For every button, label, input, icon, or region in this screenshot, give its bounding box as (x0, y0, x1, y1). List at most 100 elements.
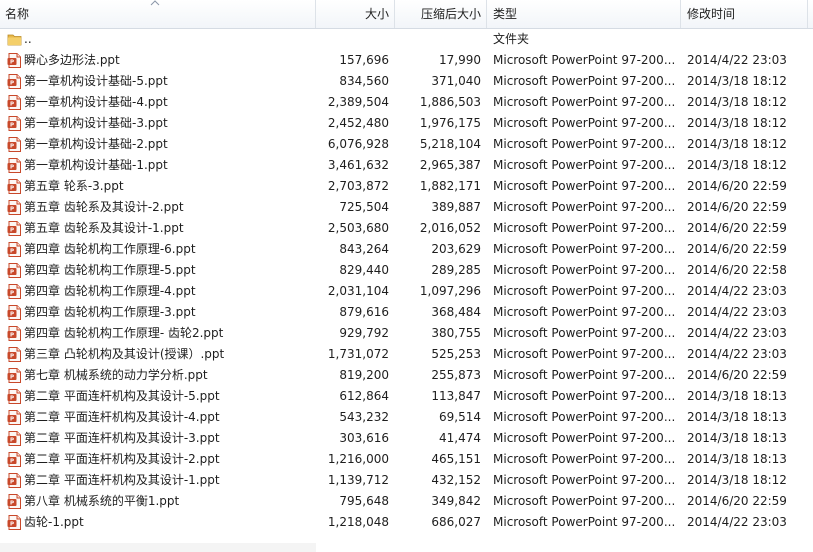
column-header-type[interactable]: 类型 (487, 0, 681, 28)
ppt-file-icon: P (7, 95, 22, 110)
file-compressed-size: 389,887 (431, 200, 481, 214)
file-size: 6,076,928 (327, 137, 389, 151)
file-name: 第二章 平面连杆机构及其设计-4.ppt (24, 410, 220, 424)
column-header-name[interactable]: 名称 (0, 0, 316, 28)
file-compressed-size: 5,218,104 (419, 137, 481, 151)
file-name: 齿轮-1.ppt (24, 515, 84, 529)
file-compressed-size: 289,285 (431, 263, 481, 277)
file-modified-time (687, 29, 807, 50)
file-size: 1,731,072 (327, 347, 389, 361)
parent-folder-row[interactable]: .. 文件夹 (0, 29, 813, 50)
file-name: 第二章 平面连杆机构及其设计-1.ppt (24, 473, 220, 487)
file-row[interactable]: P 第二章 平面连杆机构及其设计-1.ppt 1,139,712 432,152 Mic… (0, 470, 813, 491)
file-row[interactable]: P 第五章 轮系-3.ppt 2,703,872 1,882,171 Microsoft… (0, 176, 813, 197)
file-row[interactable]: P 第四章 齿轮机构工作原理-5.ppt 829,440 289,285 Microso… (0, 260, 813, 281)
ppt-file-icon: P (7, 305, 22, 320)
file-compressed-size: 255,873 (431, 368, 481, 382)
file-row[interactable]: P 第三章 凸轮机构及其设计(授课）.ppt 1,731,072 525,253 Mic… (0, 344, 813, 365)
file-modified-time: 2014/4/22 23:03 (687, 305, 787, 319)
file-name: 第五章 齿轮系及其设计-1.ppt (24, 221, 184, 235)
file-size: 819,200 (339, 368, 389, 382)
svg-text:P: P (10, 459, 14, 465)
file-row[interactable]: P 第一章机构设计基础-5.ppt 834,560 371,040 Microsoft … (0, 71, 813, 92)
file-row[interactable]: P 齿轮-1.ppt 1,218,048 686,027 Microsoft Power… (0, 512, 813, 533)
file-row[interactable]: P 第二章 平面连杆机构及其设计-3.ppt 303,616 41,474 Micros… (0, 428, 813, 449)
file-modified-time: 2014/4/22 23:03 (687, 284, 787, 298)
file-row[interactable]: P 第四章 齿轮机构工作原理-6.ppt 843,264 203,629 Microso… (0, 239, 813, 260)
file-row[interactable]: P 第五章 齿轮系及其设计-2.ppt 725,504 389,887 Microsof… (0, 197, 813, 218)
file-name: 第七章 机械系统的动力学分析.ppt (24, 368, 208, 382)
svg-text:P: P (10, 396, 14, 402)
column-header-name-label: 名称 (5, 7, 30, 21)
file-size: 303,616 (339, 431, 389, 445)
file-compressed-size: 1,886,503 (419, 95, 481, 109)
column-header-modified[interactable]: 修改时间 (681, 0, 808, 28)
file-size: 157,696 (339, 53, 389, 67)
svg-text:P: P (10, 60, 14, 66)
file-row[interactable]: P 第五章 齿轮系及其设计-1.ppt 2,503,680 2,016,052 Micr… (0, 218, 813, 239)
svg-text:P: P (10, 186, 14, 192)
file-modified-time: 2014/4/22 23:03 (687, 347, 787, 361)
file-row[interactable]: P 第一章机构设计基础-3.ppt 2,452,480 1,976,175 Micros… (0, 113, 813, 134)
file-compressed-size: 686,027 (431, 515, 481, 529)
file-row[interactable]: P 第二章 平面连杆机构及其设计-4.ppt 543,232 69,514 Micros… (0, 407, 813, 428)
ppt-file-icon: P (7, 473, 22, 488)
file-row[interactable]: P 第四章 齿轮机构工作原理- 齿轮2.ppt 929,792 380,755 Micr… (0, 323, 813, 344)
file-modified-time: 2014/3/18 18:12 (687, 473, 787, 487)
sort-arrow-icon (150, 0, 160, 6)
file-name: 第二章 平面连杆机构及其设计-5.ppt (24, 389, 220, 403)
file-compressed-size: 368,484 (431, 305, 481, 319)
file-type: Microsoft PowerPoint 97-200... (493, 221, 675, 235)
column-header-size[interactable]: 大小 (316, 0, 395, 28)
file-type: Microsoft PowerPoint 97-200... (493, 515, 675, 529)
ppt-file-icon: P (7, 284, 22, 299)
file-modified-time: 2014/3/18 18:13 (687, 410, 787, 424)
file-compressed-size: 1,882,171 (419, 179, 481, 193)
column-header-compressed-size[interactable]: 压缩后大小 (395, 0, 487, 28)
file-row[interactable]: P 第八章 机械系统的平衡1.ppt 795,648 349,842 Microsoft… (0, 491, 813, 512)
file-row[interactable]: P 第一章机构设计基础-2.ppt 6,076,928 5,218,104 Micros… (0, 134, 813, 155)
file-type: Microsoft PowerPoint 97-200... (493, 53, 675, 67)
svg-text:P: P (10, 270, 14, 276)
file-type: Microsoft PowerPoint 97-200... (493, 494, 675, 508)
file-size: 1,218,048 (327, 515, 389, 529)
svg-text:P: P (10, 312, 14, 318)
file-row[interactable]: P 第二章 平面连杆机构及其设计-5.ppt 612,864 113,847 Micro… (0, 386, 813, 407)
file-type: Microsoft PowerPoint 97-200... (493, 473, 675, 487)
ppt-file-icon: P (7, 116, 22, 131)
file-row[interactable]: P 第四章 齿轮机构工作原理-3.ppt 879,616 368,484 Microso… (0, 302, 813, 323)
file-type: Microsoft PowerPoint 97-200... (493, 368, 675, 382)
file-size: 2,703,872 (327, 179, 389, 193)
file-row[interactable]: P 第一章机构设计基础-1.ppt 3,461,632 2,965,387 Micros… (0, 155, 813, 176)
ppt-file-icon: P (7, 515, 22, 530)
file-row[interactable]: P 瞬心多边形法.ppt 157,696 17,990 Microsoft PowerP… (0, 50, 813, 71)
file-size: 2,031,104 (327, 284, 389, 298)
file-compressed-size: 380,755 (431, 326, 481, 340)
file-name: 第一章机构设计基础-3.ppt (24, 116, 168, 130)
file-type: Microsoft PowerPoint 97-200... (493, 200, 675, 214)
file-compressed-size: 432,152 (431, 473, 481, 487)
file-type: Microsoft PowerPoint 97-200... (493, 179, 675, 193)
file-compressed-size: 203,629 (431, 242, 481, 256)
file-compressed-size: 113,847 (431, 389, 481, 403)
file-row[interactable]: P 第七章 机械系统的动力学分析.ppt 819,200 255,873 Microso… (0, 365, 813, 386)
file-row[interactable]: P 第四章 齿轮机构工作原理-4.ppt 2,031,104 1,097,296 Mic… (0, 281, 813, 302)
file-row[interactable]: P 第一章机构设计基础-4.ppt 2,389,504 1,886,503 Micros… (0, 92, 813, 113)
file-size: 795,648 (339, 494, 389, 508)
svg-text:P: P (10, 123, 14, 129)
file-type: Microsoft PowerPoint 97-200... (493, 431, 675, 445)
file-name: 第一章机构设计基础-2.ppt (24, 137, 168, 151)
file-compressed-size: 465,151 (431, 452, 481, 466)
file-size: 2,389,504 (327, 95, 389, 109)
ppt-file-icon: P (7, 158, 22, 173)
file-list: .. 文件夹 P 瞬心多边形法.ppt 157,696 17,990 Microsoft P… (0, 29, 813, 533)
file-row[interactable]: P 第二章 平面连杆机构及其设计-2.ppt 1,216,000 465,151 Mic… (0, 449, 813, 470)
column-header-compressed-label: 压缩后大小 (420, 7, 481, 21)
svg-text:P: P (10, 249, 14, 255)
file-type: Microsoft PowerPoint 97-200... (493, 137, 675, 151)
file-size: 929,792 (339, 326, 389, 340)
list-footer-strip (0, 543, 316, 552)
file-compressed-size: 41,474 (439, 431, 481, 445)
svg-text:P: P (10, 333, 14, 339)
svg-text:P: P (10, 291, 14, 297)
